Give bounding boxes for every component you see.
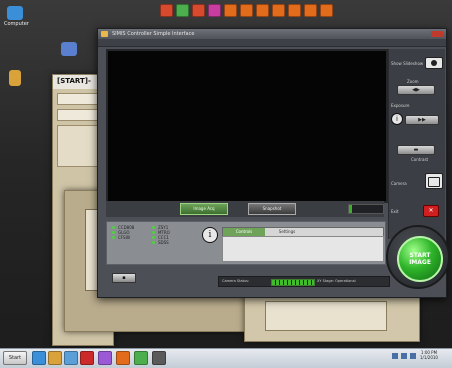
- image-acq-button[interactable]: Image Acq: [180, 203, 228, 215]
- taskbar-icon-explorer[interactable]: [32, 351, 46, 365]
- status-row: SDSS: [152, 240, 170, 245]
- menu-bar: [98, 39, 446, 47]
- quick-launch-icon[interactable]: [176, 4, 189, 17]
- background-panel: [265, 301, 387, 331]
- status-text: SDSS: [158, 240, 169, 245]
- video-control-bar: [106, 201, 384, 217]
- status-dot: [112, 226, 115, 229]
- status-dot: [152, 226, 155, 229]
- status-row: CFS0ll: [112, 235, 134, 240]
- quick-launch-icon[interactable]: [160, 4, 173, 17]
- close-icon[interactable]: [431, 31, 443, 37]
- zoom-button[interactable]: ◀▶: [397, 85, 435, 95]
- small-action-button[interactable]: ▪: [112, 273, 136, 283]
- quick-launch-icon[interactable]: [304, 4, 317, 17]
- quick-launch-icon[interactable]: [272, 4, 285, 17]
- tray-icon[interactable]: [410, 353, 416, 359]
- taskbar-icon-browser[interactable]: [64, 351, 78, 365]
- desktop-icon-network[interactable]: [58, 42, 80, 57]
- camera-settings-button[interactable]: [425, 173, 443, 189]
- progress-bar: [348, 204, 384, 214]
- desktop-icon-label: Computer: [4, 21, 29, 27]
- camera-icon: [428, 177, 440, 187]
- quick-launch-icon[interactable]: [208, 4, 221, 17]
- taskbar-icon-app[interactable]: [80, 351, 94, 365]
- taskbar-icon-app[interactable]: [116, 351, 130, 365]
- camera-icon: [431, 60, 437, 66]
- start-button[interactable]: Start: [3, 351, 27, 365]
- status-list-secondary: ZSY1 MTRO CCC1 SDSS: [152, 225, 170, 245]
- tray-icon[interactable]: [401, 353, 407, 359]
- exposure-play-button[interactable]: ▶▶: [405, 115, 439, 125]
- status-text: CFS0ll: [118, 235, 131, 240]
- progress-fill: [349, 205, 353, 213]
- title-bar[interactable]: SIMIS Controller Simple Interface: [98, 29, 446, 39]
- start-image-button-ring: START IMAGE: [386, 225, 450, 289]
- tab-settings[interactable]: Settings: [267, 228, 307, 236]
- stage-status-label: XY Stage: Operational: [317, 279, 356, 283]
- status-dot: [152, 241, 155, 244]
- taskbar-icon-folder[interactable]: [48, 351, 62, 365]
- status-dot: [112, 236, 115, 239]
- status-bar: Camera Status: XY Stage: Operational: [218, 276, 390, 287]
- computer-icon: [7, 6, 23, 20]
- exit-button[interactable]: ✕: [423, 205, 439, 217]
- quick-launch-icon[interactable]: [224, 4, 237, 17]
- info-icon[interactable]: i: [202, 227, 218, 243]
- app-icon: [101, 31, 108, 37]
- window-title: SIMIS Controller Simple Interface: [112, 31, 195, 37]
- quick-launch-icon[interactable]: [240, 4, 253, 17]
- network-icon: [61, 42, 77, 56]
- desktop-icon-computer[interactable]: Computer: [4, 6, 29, 27]
- side-label: Show Slideshow: [391, 61, 424, 66]
- quick-launch-bar: [160, 4, 333, 17]
- recycle-bin-icon: [9, 70, 21, 86]
- signal-meter: [271, 279, 315, 286]
- taskbar-icon-app[interactable]: [134, 351, 148, 365]
- tab-content: [222, 236, 384, 262]
- system-clock[interactable]: 1:00 PM 1/1/2010: [420, 350, 438, 360]
- status-dot: [152, 236, 155, 239]
- status-list: CCD808 GLGO CFS0ll: [112, 225, 134, 240]
- camera-status-label: Camera Status:: [222, 279, 250, 283]
- status-dot: [152, 231, 155, 234]
- system-tray: [392, 353, 416, 359]
- start-image-button[interactable]: START IMAGE: [397, 236, 443, 282]
- video-display[interactable]: [106, 49, 388, 203]
- side-label: Zoom: [407, 79, 419, 84]
- snapshot-button[interactable]: Snapshot: [248, 203, 296, 215]
- clock-date: 1/1/2010: [420, 355, 438, 360]
- desktop-icon-recycle[interactable]: [4, 70, 26, 87]
- controller-window[interactable]: SIMIS Controller Simple Interface Image …: [97, 28, 450, 298]
- side-label: Exposure: [391, 103, 410, 108]
- contrast-button[interactable]: ▬: [397, 145, 435, 155]
- side-label: Contrast: [411, 157, 429, 162]
- tray-icon[interactable]: [392, 353, 398, 359]
- side-label: Camera: [391, 181, 407, 186]
- side-panel: Show Slideshow Zoom ◀▶ Exposure i ▶▶ ▬ C…: [388, 49, 445, 239]
- side-label: Exit: [391, 209, 399, 214]
- signal-meter-fill: [272, 280, 314, 285]
- taskbar-icon-app[interactable]: [152, 351, 166, 365]
- exposure-info-button[interactable]: i: [391, 113, 403, 125]
- slideshow-toggle[interactable]: [425, 57, 443, 69]
- quick-launch-icon[interactable]: [288, 4, 301, 17]
- taskbar-icon-app[interactable]: [98, 351, 112, 365]
- quick-launch-icon[interactable]: [320, 4, 333, 17]
- quick-launch-icon[interactable]: [256, 4, 269, 17]
- status-dot: [112, 231, 115, 234]
- quick-launch-icon[interactable]: [192, 4, 205, 17]
- tab-controls[interactable]: Controls: [223, 228, 265, 236]
